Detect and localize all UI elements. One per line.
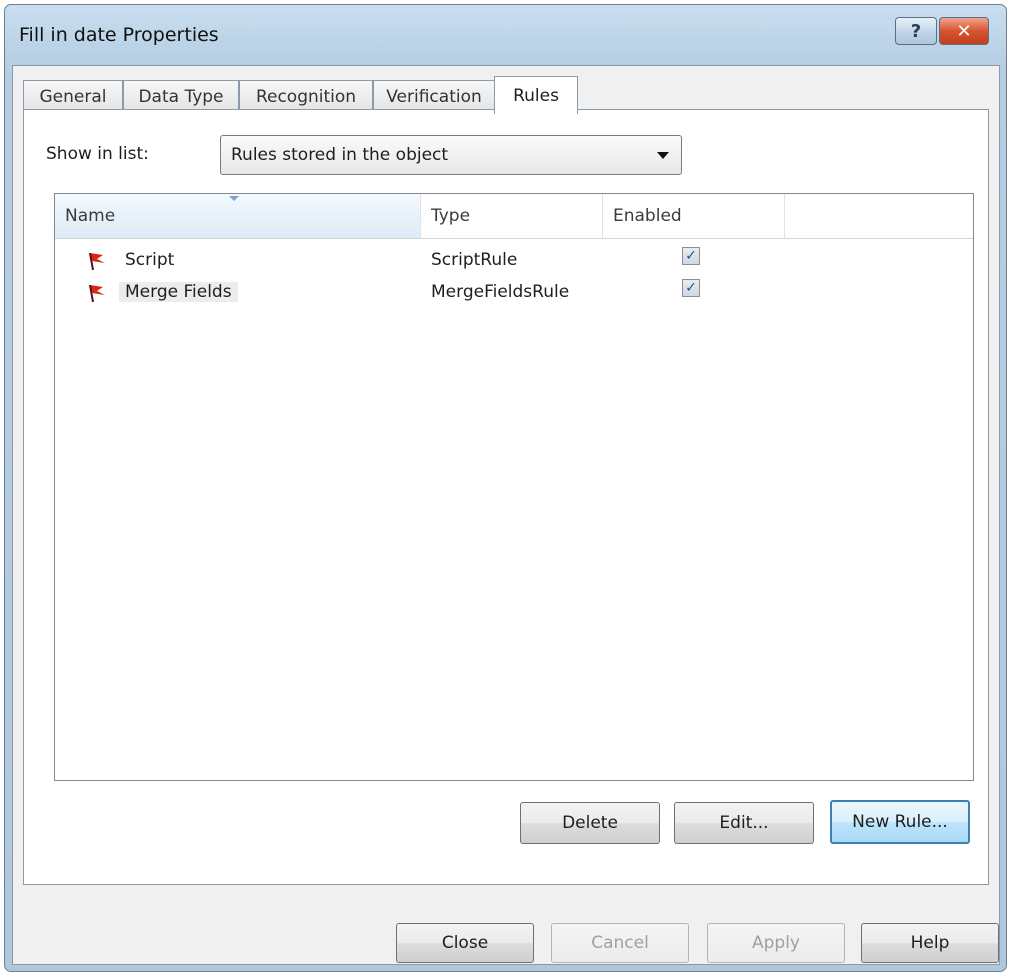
tab-verification[interactable]: Verification — [373, 80, 495, 112]
question-icon: ? — [910, 20, 922, 42]
dialog-body: General Data Type Recognition Verificati… — [12, 65, 1000, 965]
tab-recognition[interactable]: Recognition — [239, 80, 373, 112]
rule-name: Merge Fields — [119, 282, 238, 302]
enabled-checkbox[interactable]: ✓ — [682, 279, 700, 297]
column-header-type[interactable]: Type — [421, 194, 603, 238]
edit-button[interactable]: Edit... — [674, 802, 814, 844]
dropdown-value: Rules stored in the object — [231, 145, 449, 165]
rule-type: ScriptRule — [431, 250, 518, 270]
chevron-down-icon — [657, 152, 669, 159]
close-icon: ✕ — [956, 20, 972, 42]
column-header-name[interactable]: Name — [55, 194, 421, 238]
window-title: Fill in date Properties — [19, 24, 219, 46]
help-button[interactable]: Help — [861, 923, 999, 963]
flag-icon — [89, 284, 105, 303]
apply-button[interactable]: Apply — [707, 923, 845, 963]
tab-general[interactable]: General — [23, 80, 123, 112]
tab-data-type[interactable]: Data Type — [123, 80, 239, 112]
cancel-button[interactable]: Cancel — [551, 923, 689, 963]
column-header-enabled-label: Enabled — [613, 206, 682, 226]
new-rule-button[interactable]: New Rule... — [830, 800, 970, 844]
title-bar[interactable]: Fill in date Properties ? ✕ — [5, 5, 1006, 65]
flag-icon — [89, 252, 105, 271]
list-header: Name Type Enabled — [55, 194, 973, 239]
tab-rules[interactable]: Rules — [494, 76, 578, 114]
rule-name: Script — [125, 250, 175, 270]
column-header-enabled[interactable]: Enabled — [603, 194, 785, 238]
delete-button[interactable]: Delete — [520, 802, 660, 844]
enabled-checkbox[interactable]: ✓ — [682, 247, 700, 265]
close-title-button[interactable]: ✕ — [939, 17, 989, 45]
show-in-list-label: Show in list: — [46, 144, 149, 164]
dialog-window: Fill in date Properties ? ✕ General Data… — [4, 4, 1007, 972]
rule-type: MergeFieldsRule — [431, 282, 570, 302]
column-header-filler — [785, 194, 973, 238]
list-item[interactable]: Script ScriptRule ✓ — [55, 244, 973, 276]
rules-list[interactable]: Name Type Enabled Script ScriptRule ✓ Me… — [54, 193, 974, 781]
column-header-name-label: Name — [65, 206, 116, 226]
list-item[interactable]: Merge Fields MergeFieldsRule ✓ — [55, 276, 973, 308]
column-header-type-label: Type — [431, 206, 471, 226]
show-in-list-dropdown[interactable]: Rules stored in the object — [220, 135, 682, 175]
sort-arrow-icon — [229, 196, 239, 201]
rules-panel: Show in list: Rules stored in the object… — [23, 109, 989, 885]
help-title-button[interactable]: ? — [895, 17, 937, 45]
close-button[interactable]: Close — [396, 923, 534, 963]
